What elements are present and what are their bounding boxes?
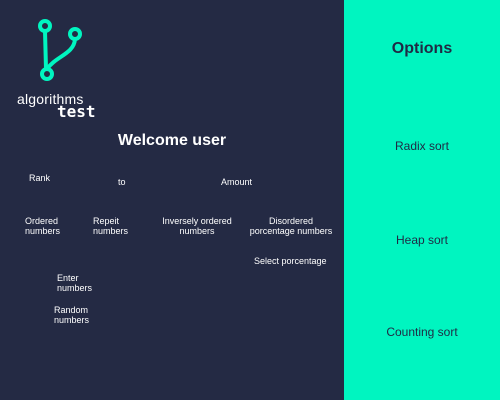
enter-numbers-option[interactable]: Enter numbers	[57, 273, 97, 293]
disordered-percentage-option[interactable]: Disordered porcentage numbers	[246, 216, 336, 236]
ordered-numbers-option[interactable]: Ordered numbers	[25, 216, 65, 236]
welcome-title: Welcome user	[117, 132, 227, 149]
logo-subtitle: test	[57, 102, 96, 121]
options-title: Options	[391, 40, 453, 57]
heap-sort-option[interactable]: Heap sort	[344, 233, 500, 247]
inversely-ordered-option[interactable]: Inversely ordered numbers	[162, 216, 232, 236]
options-panel: Options Radix sort Heap sort Counting so…	[344, 0, 500, 400]
git-branch-icon	[38, 19, 82, 81]
main-panel: algorithms test Welcome user Rank to Amo…	[0, 0, 344, 400]
repeit-numbers-option[interactable]: Repeit numbers	[93, 216, 133, 236]
counting-sort-option[interactable]: Counting sort	[344, 325, 500, 339]
random-numbers-option[interactable]: Random numbers	[54, 305, 94, 325]
to-label[interactable]: to	[118, 177, 126, 187]
amount-label[interactable]: Amount	[221, 177, 252, 187]
select-percentage-label[interactable]: Select porcentage	[254, 256, 327, 266]
radix-sort-option[interactable]: Radix sort	[344, 139, 500, 153]
rank-label[interactable]: Rank	[29, 173, 50, 183]
